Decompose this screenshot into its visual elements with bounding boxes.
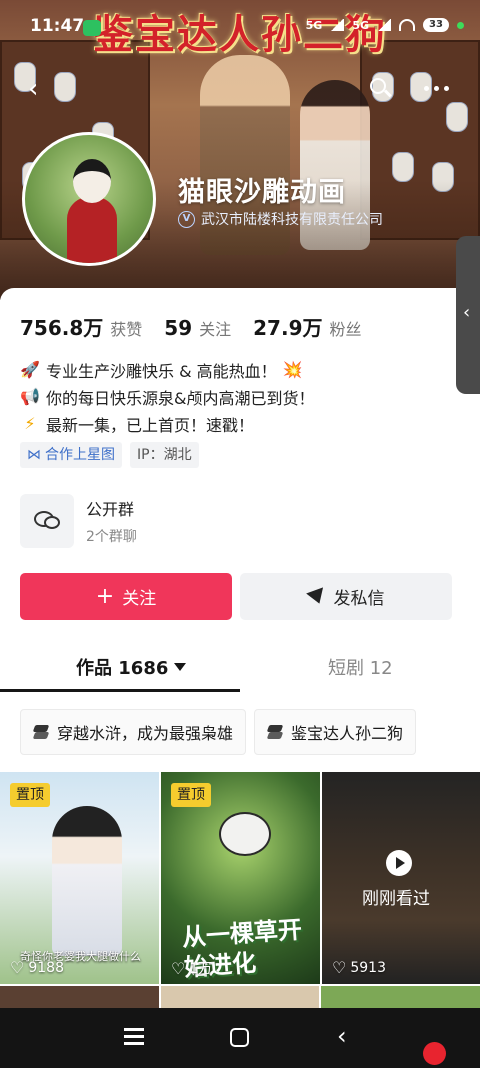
play-icon bbox=[386, 850, 412, 876]
side-drawer-handle[interactable]: ‹ bbox=[456, 236, 480, 394]
tab-indicator bbox=[0, 689, 240, 692]
bio-line-2: 📢 你的每日快乐源泉&颅内高潮已到货！ bbox=[20, 383, 450, 410]
bio-line-1: 🚀 专业生产沙雕快乐 & 高能热血！ 💥 bbox=[20, 356, 450, 383]
star-map-tag[interactable]: ⋈ 合作上星图 bbox=[20, 442, 122, 468]
home-icon[interactable] bbox=[230, 1028, 249, 1047]
stat-followers[interactable]: 27.9万 粉丝 bbox=[253, 312, 361, 341]
signal-label-2: 5G bbox=[352, 18, 369, 32]
video-likes-count: 9188 bbox=[28, 959, 64, 976]
chevron-down-icon bbox=[174, 663, 187, 671]
heart-icon: ♡ bbox=[10, 958, 25, 977]
bio-line-3-text: 最新一集，已上首页！速戳！ bbox=[46, 415, 255, 435]
recently-watched-label: 刚刚看过 bbox=[362, 889, 430, 909]
stat-followers-label: 粉丝 bbox=[329, 320, 362, 339]
video-likes-count: 5913 bbox=[350, 959, 386, 976]
profile-bio: 🚀 专业生产沙雕快乐 & 高能热血！ 💥 📢 你的每日快乐源泉&颅内高潮已到货！… bbox=[20, 356, 450, 437]
verified-org-label: 武汉市陆楼科技有限责任公司 bbox=[201, 212, 383, 228]
plus-icon: + bbox=[95, 583, 115, 609]
public-group[interactable]: 公开群 2个群聊 bbox=[20, 494, 137, 548]
bio-line-3: ⚡ 最新一集，已上首页！速戳！ bbox=[20, 410, 450, 437]
profile-stats: 756.8万 获赞 59 关注 27.9万 粉丝 bbox=[20, 312, 362, 341]
video-tile[interactable]: 置顶 从一棵草开始进化 ♡ 1万 bbox=[161, 772, 320, 984]
battery-icon: 33 bbox=[423, 18, 449, 32]
collection-chip-label: 鉴宝达人孙二狗 bbox=[291, 724, 404, 743]
video-tile[interactable]: 刚刚看过 ♡ 5913 bbox=[322, 772, 480, 984]
rocket-icon: 🚀 bbox=[20, 360, 40, 379]
star-map-label: 合作上星图 bbox=[45, 447, 115, 463]
status-bar: 11:47 5G 5G 33 bbox=[0, 14, 480, 44]
tab-works-label: 作品 1686 bbox=[76, 658, 169, 679]
tab-works[interactable]: 作品 1686 bbox=[76, 654, 187, 680]
video-likes: ♡ 1万 bbox=[171, 958, 212, 978]
video-grid: 置顶 奇怪你老婆我大腿做什么 ♡ 9188 置顶 从一棵草开始进化 ♡ 1万 刚… bbox=[0, 772, 480, 1012]
wechat-icon bbox=[83, 20, 101, 36]
collection-chip[interactable]: 鉴宝达人孙二狗 bbox=[254, 709, 417, 755]
verified-badge-icon: V bbox=[178, 210, 195, 228]
system-back-icon[interactable]: ‹ bbox=[337, 1022, 347, 1050]
stat-likes-value: 756.8万 bbox=[20, 316, 104, 340]
signal-label-1: 5G bbox=[305, 18, 323, 32]
more-dots-icon[interactable] bbox=[424, 86, 452, 92]
ip-location-tag: IP：湖北 bbox=[130, 442, 199, 468]
back-arrow-icon[interactable]: ‹ bbox=[28, 76, 50, 102]
paper-plane-icon bbox=[305, 586, 328, 607]
signal-icon bbox=[330, 19, 345, 31]
system-nav-bar: ‹ bbox=[0, 1008, 480, 1068]
layers-icon bbox=[266, 724, 284, 740]
profile-tags: ⋈ 合作上星图 IP：湖北 bbox=[20, 442, 199, 468]
layers-icon bbox=[32, 724, 50, 740]
status-time: 11:47 bbox=[30, 16, 85, 36]
follow-button[interactable]: + 关注 bbox=[20, 573, 232, 620]
signal-icon-2 bbox=[377, 19, 391, 31]
stat-following-label: 关注 bbox=[199, 320, 232, 339]
video-thumbnail-character bbox=[52, 806, 122, 956]
tab-short-dramas[interactable]: 短剧 12 bbox=[328, 654, 393, 680]
video-likes: ♡ 9188 bbox=[10, 958, 64, 977]
recent-apps-icon[interactable] bbox=[124, 1028, 144, 1045]
bio-line-2-text: 你的每日快乐源泉&颅内高潮已到货！ bbox=[46, 388, 315, 408]
screen-record-icon[interactable] bbox=[423, 1042, 446, 1065]
collection-chips: 穿越水浒，成为最强枭雄 鉴宝达人孙二狗 bbox=[20, 709, 417, 755]
chevron-left-icon: ‹ bbox=[463, 302, 471, 323]
content-tabs: 作品 1686 短剧 12 bbox=[0, 646, 480, 694]
explosion-icon: 💥 bbox=[282, 360, 303, 379]
privacy-dot-icon bbox=[457, 21, 464, 29]
verified-org[interactable]: V 武汉市陆楼科技有限责任公司 bbox=[178, 209, 383, 229]
video-tile[interactable]: 置顶 奇怪你老婆我大腿做什么 ♡ 9188 bbox=[0, 772, 159, 984]
group-title: 公开群 bbox=[86, 500, 135, 519]
group-subtitle: 2个群聊 bbox=[86, 529, 137, 545]
heart-icon: ♡ bbox=[332, 958, 347, 977]
follow-button-label: 关注 bbox=[122, 589, 157, 609]
star-map-icon: ⋈ bbox=[27, 447, 41, 463]
chat-bubbles-icon bbox=[20, 494, 74, 548]
stat-following[interactable]: 59 关注 bbox=[164, 316, 231, 340]
pinned-badge: 置顶 bbox=[171, 783, 211, 807]
search-icon[interactable] bbox=[368, 76, 392, 100]
collection-chip-label: 穿越水浒，成为最强枭雄 bbox=[57, 724, 234, 743]
lightning-icon: ⚡ bbox=[24, 414, 36, 433]
avatar[interactable] bbox=[22, 132, 156, 266]
message-button-label: 发私信 bbox=[333, 589, 385, 609]
profile-name: 猫眼沙雕动画 bbox=[178, 177, 346, 208]
video-likes: ♡ 5913 bbox=[332, 958, 386, 977]
wifi-icon bbox=[399, 19, 415, 31]
heart-icon: ♡ bbox=[171, 958, 186, 978]
stat-followers-value: 27.9万 bbox=[253, 316, 323, 340]
stat-likes-label: 获赞 bbox=[110, 320, 143, 339]
bio-line-1-text: 专业生产沙雕快乐 & 高能热血！ bbox=[46, 361, 277, 381]
stat-likes[interactable]: 756.8万 获赞 bbox=[20, 312, 142, 341]
megaphone-icon: 📢 bbox=[20, 387, 40, 406]
collection-chip[interactable]: 穿越水浒，成为最强枭雄 bbox=[20, 709, 247, 755]
stat-following-value: 59 bbox=[164, 316, 193, 340]
pinned-badge: 置顶 bbox=[10, 783, 50, 807]
video-likes-count: 1万 bbox=[189, 961, 213, 977]
message-button[interactable]: 发私信 bbox=[240, 573, 452, 620]
video-thumbnail-character bbox=[219, 812, 271, 856]
